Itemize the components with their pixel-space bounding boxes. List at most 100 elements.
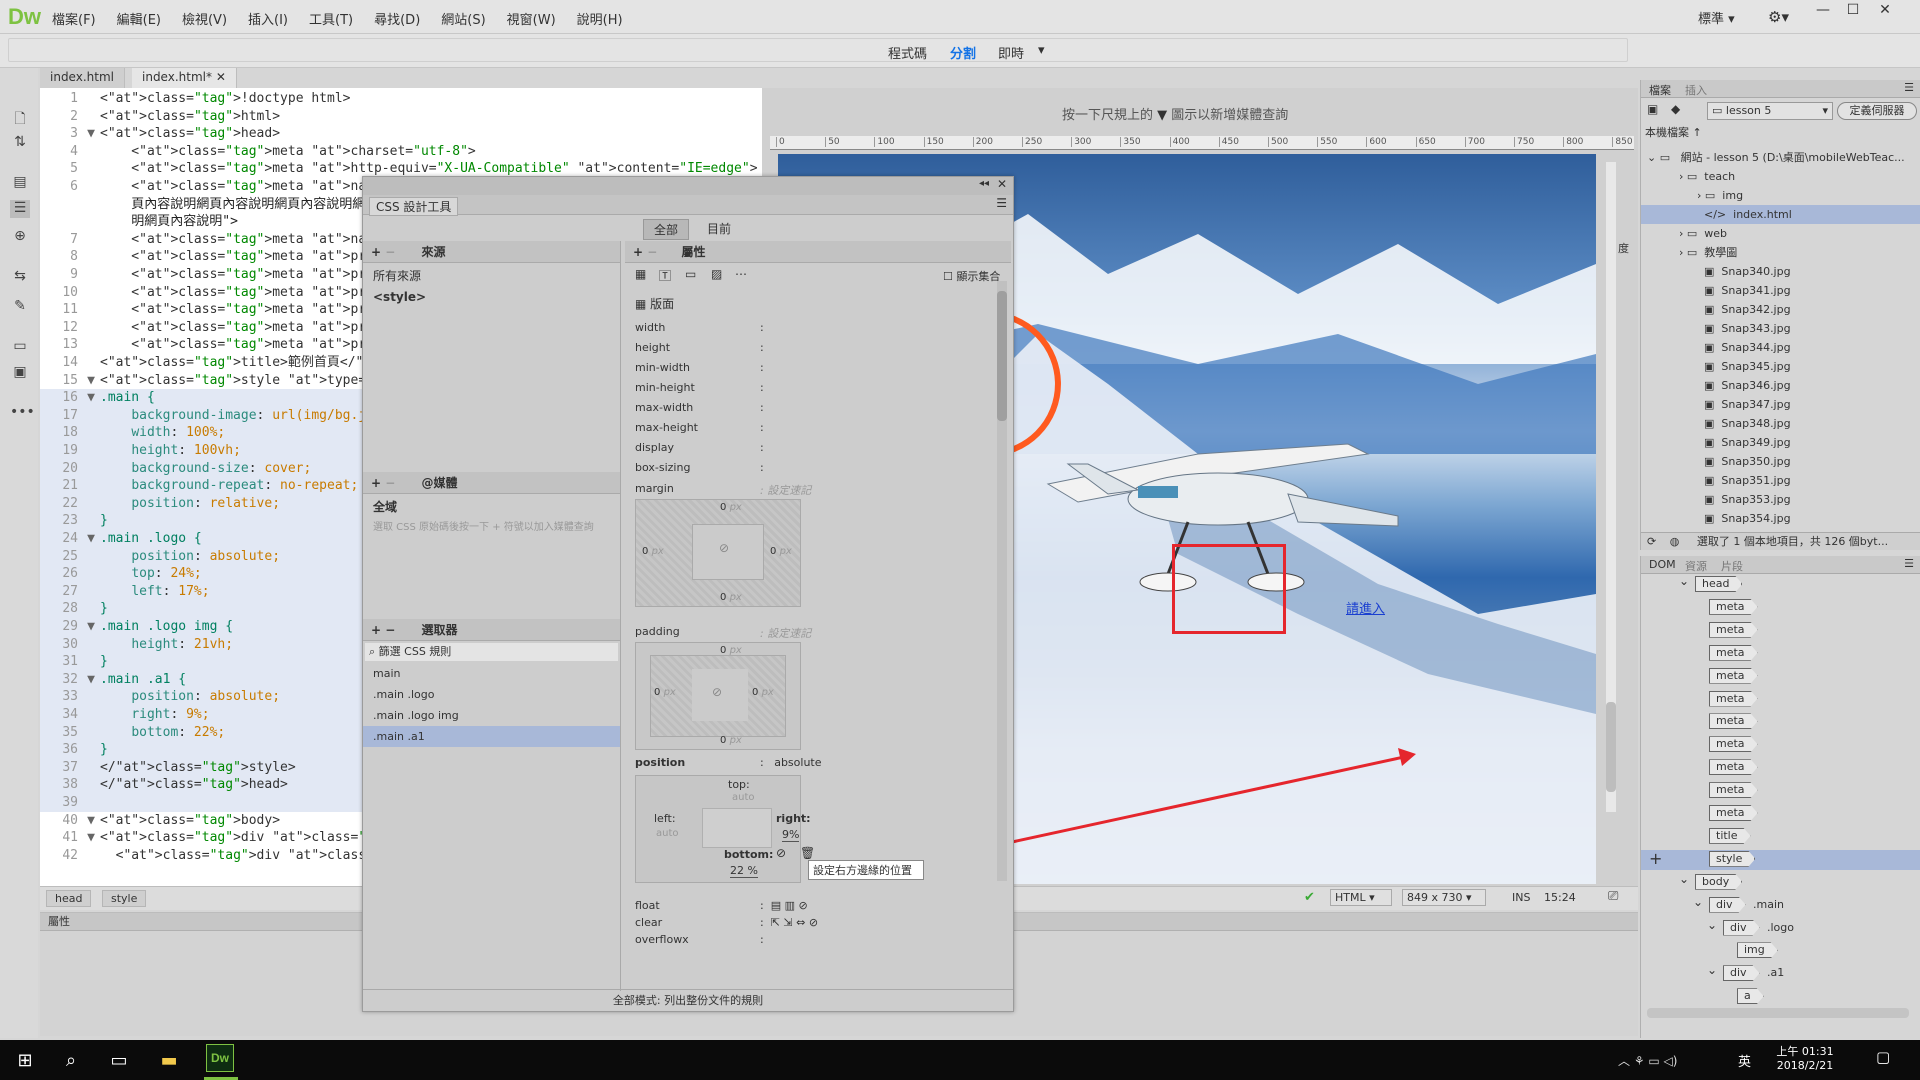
tray-icons[interactable]: ︿ ⚘ ▭ ◁)	[1618, 1052, 1677, 1069]
code-view-button[interactable]: 程式碼	[888, 43, 927, 62]
ime-indicator[interactable]: 英	[1738, 1051, 1751, 1070]
preview-icon[interactable]: ⎚	[1608, 889, 1618, 904]
dom-node-meta[interactable]: meta	[1709, 645, 1758, 661]
property-row-box-sizing[interactable]: box-sizing:	[625, 458, 1011, 478]
gear-icon[interactable]: ⚙▾	[1768, 8, 1789, 26]
disable-icon[interactable]: ⊘	[776, 846, 786, 860]
dom-node-div[interactable]: div	[1709, 897, 1746, 913]
dom-node-meta[interactable]: meta	[1709, 691, 1758, 707]
clock[interactable]: 上午 01:31 2018/2/21	[1772, 1043, 1838, 1072]
chevron-down-icon[interactable]: ⌄	[1693, 895, 1703, 909]
file-tree-item[interactable]: ▣ Snap351.jpg	[1641, 471, 1920, 490]
add-icon[interactable]: +	[371, 623, 381, 637]
source-item-all[interactable]: 所有來源	[363, 263, 620, 288]
sort-icon[interactable]: ⇅	[10, 134, 30, 152]
file-tree-item[interactable]: ▣ Snap342.jpg	[1641, 300, 1920, 319]
link-icon[interactable]: ⊘	[719, 541, 729, 555]
dom-node-body[interactable]: body	[1695, 874, 1742, 890]
menu-item[interactable]: 視窗(W)	[507, 9, 556, 28]
margin-right[interactable]: 0 px	[770, 546, 792, 557]
file-tree-item[interactable]: ▣ Snap354.jpg	[1641, 509, 1920, 528]
insert-mode[interactable]: INS	[1512, 891, 1530, 904]
file-tree-item[interactable]: ▣ Snap348.jpg	[1641, 414, 1920, 433]
design-scrollbar[interactable]	[1606, 162, 1616, 812]
more-category-icon[interactable]: ⋯	[735, 267, 747, 281]
border-category-icon[interactable]: ▭	[685, 267, 696, 281]
layout-category-icon[interactable]: ▦	[635, 267, 646, 281]
props-scrollbar[interactable]	[997, 281, 1007, 881]
code-line[interactable]: 3 ▼ <"at">class="tag">head>	[40, 125, 762, 143]
file-tree-item[interactable]: ▣ Snap349.jpg	[1641, 433, 1920, 452]
tab-index-html[interactable]: index.html	[40, 68, 125, 88]
enter-link[interactable]: 請進入	[1346, 598, 1385, 617]
file-icon[interactable]: 🗋	[10, 108, 30, 127]
margin-shorthand[interactable]: : 設定速記	[760, 482, 811, 498]
menu-item[interactable]: 尋找(D)	[374, 9, 420, 28]
indent-icon[interactable]: ☰	[10, 200, 30, 218]
dom-node-title[interactable]: title	[1709, 828, 1751, 844]
more-icon[interactable]: •••	[10, 404, 35, 422]
define-server-button[interactable]: 定義伺服器	[1837, 102, 1917, 120]
menu-item[interactable]: 插入(I)	[248, 9, 288, 28]
menu-item[interactable]: 說明(H)	[577, 9, 623, 28]
selector-item[interactable]: .main .a1	[363, 726, 620, 747]
dom-node-div[interactable]: div	[1723, 920, 1760, 936]
property-row-min-width[interactable]: min-width:	[625, 358, 1011, 378]
current-mode-button[interactable]: 目前	[697, 219, 741, 238]
link-icon[interactable]: ⊘	[712, 685, 722, 699]
file-tree-item[interactable]: › ▭ web	[1641, 224, 1920, 243]
sync-icon[interactable]: ◆	[1671, 102, 1680, 116]
window-size-select[interactable]: 849 x 730 ▾	[1402, 889, 1486, 906]
remove-icon[interactable]: −	[385, 623, 395, 637]
background-category-icon[interactable]: ▨	[711, 267, 722, 281]
media-global[interactable]: 全域	[363, 494, 620, 519]
menu-item[interactable]: 工具(T)	[309, 9, 353, 28]
file-explorer-icon[interactable]: ▬	[158, 1050, 180, 1071]
target-icon[interactable]: ⊕	[10, 228, 30, 246]
tab-index-html-modified[interactable]: index.html* ✕	[132, 68, 237, 88]
margin-bottom[interactable]: 0 px	[720, 592, 742, 603]
dom-node-div[interactable]: div	[1723, 965, 1760, 981]
dom-node-meta[interactable]: meta	[1709, 622, 1758, 638]
remove-icon[interactable]: −	[647, 245, 657, 259]
fold-toggle[interactable]: ▼	[82, 618, 100, 636]
panel-title-tab[interactable]: CSS 設計工具	[369, 197, 459, 216]
source-item-style[interactable]: <style>	[363, 288, 620, 306]
tab-insert[interactable]: 插入	[1685, 82, 1707, 98]
fold-toggle[interactable]: ▼	[82, 671, 100, 689]
wrap-icon[interactable]: ⇆	[10, 268, 30, 286]
panel-menu-icon[interactable]: ☰	[1904, 557, 1914, 570]
file-tree-item[interactable]: ▣ Snap350.jpg	[1641, 452, 1920, 471]
panel-menu-icon[interactable]: ☰	[996, 196, 1007, 210]
property-row-max-width[interactable]: max-width:	[625, 398, 1011, 418]
remove-icon[interactable]: −	[385, 245, 395, 259]
scroll-thumb[interactable]	[997, 291, 1007, 421]
chevron-down-icon[interactable]: ⌄	[1707, 963, 1717, 977]
file-tree-item[interactable]: ▣ Snap340.jpg	[1641, 262, 1920, 281]
padding-left[interactable]: 0 px	[654, 687, 676, 698]
dom-node-meta[interactable]: meta	[1709, 782, 1758, 798]
connect-icon[interactable]: ▣	[1647, 102, 1658, 116]
close-button[interactable]: ✕	[1870, 0, 1900, 22]
fold-toggle[interactable]: ▼	[82, 530, 100, 548]
close-icon[interactable]: ✕	[997, 177, 1007, 191]
chevron-down-icon[interactable]: ⌄	[1679, 574, 1689, 588]
file-tree-item[interactable]: ▣ Snap353.jpg	[1641, 490, 1920, 509]
notification-icon[interactable]: ▢	[1876, 1048, 1890, 1066]
format-icon[interactable]: ▣	[10, 364, 30, 382]
search-icon[interactable]: ⌕	[60, 1050, 82, 1071]
refresh-icon[interactable]: ⟳	[1641, 535, 1656, 548]
chevron-down-icon[interactable]: ▾	[1038, 43, 1045, 58]
scroll-thumb[interactable]	[1606, 702, 1616, 792]
panel-grip[interactable]: ◂◂ ✕	[363, 177, 1013, 195]
file-tree-item[interactable]: ▣ Snap343.jpg	[1641, 319, 1920, 338]
property-row-height[interactable]: height:	[625, 338, 1011, 358]
workspace-switcher[interactable]: 標準 ▾	[1698, 8, 1735, 27]
tab-assets[interactable]: 資源	[1685, 558, 1707, 574]
top-value[interactable]: auto	[732, 792, 755, 803]
windows-start-icon[interactable]: ⊞	[14, 1050, 36, 1071]
dom-node-head[interactable]: head	[1695, 576, 1742, 592]
live-view-button[interactable]: 即時	[998, 43, 1024, 62]
site-root[interactable]: ⌄ ▭ 網站 - lesson 5 (D:\桌面\mobileWebTeac..…	[1647, 148, 1905, 167]
brush-icon[interactable]: ✎	[10, 298, 30, 316]
